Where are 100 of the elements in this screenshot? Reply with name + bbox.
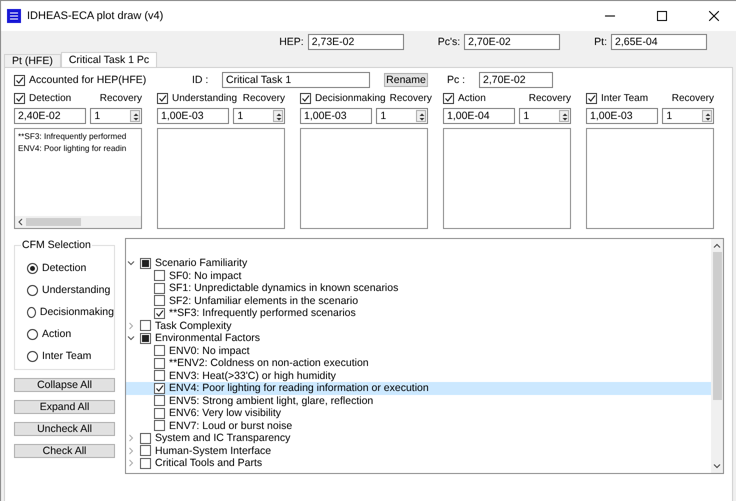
horizontal-scrollbar[interactable] xyxy=(15,216,141,228)
recovery-spinner[interactable]: 1 xyxy=(519,108,571,124)
field-label: Pc's: xyxy=(438,36,460,48)
recovery-label: Recovery xyxy=(242,92,285,104)
radio-button[interactable] xyxy=(27,306,36,318)
cfm-checkbox[interactable] xyxy=(586,92,597,104)
tree-checkbox[interactable] xyxy=(154,408,165,419)
tree-action-button[interactable]: Expand All xyxy=(14,400,115,414)
recovery-label: Recovery xyxy=(100,92,142,104)
value-field[interactable]: 2,70E-02 xyxy=(464,34,560,50)
tree-item[interactable]: Task Complexity xyxy=(155,320,232,332)
accounted-checkbox[interactable] xyxy=(14,74,25,86)
radio-label: Decisionmaking xyxy=(40,306,114,318)
scroll-up-icon[interactable] xyxy=(713,242,721,250)
tree-checkbox[interactable] xyxy=(154,370,165,382)
list-item[interactable]: **SF3: Infrequently performed xyxy=(18,131,126,143)
probability-field[interactable]: 1,00E-03 xyxy=(300,108,372,124)
cfm-checkbox[interactable] xyxy=(300,92,311,104)
rename-button[interactable]: Rename xyxy=(384,73,428,87)
probability-field[interactable]: 2,40E-02 xyxy=(14,108,86,124)
tree-item[interactable]: SF2: Unfamiliar elements in the scenario xyxy=(169,294,358,307)
list-item[interactable]: ENV4: Poor lighting for readin xyxy=(18,143,126,155)
checkbox-label: Detection xyxy=(29,92,72,104)
radio-button[interactable] xyxy=(27,350,38,362)
tree-item[interactable]: **SF3: Infrequently performed scenarios xyxy=(169,307,356,320)
value-field[interactable]: 2,73E-02 xyxy=(308,34,404,50)
tree-checkbox[interactable] xyxy=(154,420,165,432)
tree-checkbox[interactable] xyxy=(140,258,151,269)
tree-item[interactable]: ENV3: Heat(>33'C) or high humidity xyxy=(169,370,336,382)
tab[interactable]: Pt (HFE) xyxy=(4,54,61,67)
tree-item[interactable]: ENV7: Loud or burst noise xyxy=(169,420,292,432)
cfm-list[interactable]: **SF3: Infrequently performed ENV4: Poor lighting for readin xyxy=(14,128,142,229)
tree-checkbox[interactable] xyxy=(154,295,165,306)
tree-item[interactable]: Scenario Familiarity xyxy=(155,257,248,270)
checkbox-label: Decisionmaking xyxy=(315,92,386,104)
tree-item[interactable]: Environmental Factors xyxy=(155,332,260,344)
probability-field[interactable]: 1,00E-03 xyxy=(157,108,230,124)
vertical-scrollbar[interactable] xyxy=(711,239,723,473)
id-field[interactable]: Critical Task 1 xyxy=(222,72,370,88)
tree-item[interactable]: ENV0: No impact xyxy=(169,344,250,357)
cfm-list[interactable] xyxy=(443,128,571,229)
tree-checkbox[interactable] xyxy=(154,308,165,319)
tree-checkbox[interactable] xyxy=(154,395,165,406)
tree-item[interactable]: Critical Tools and Parts xyxy=(155,457,262,470)
value-field[interactable]: 2,65E-04 xyxy=(611,34,707,50)
cfm-checkbox[interactable] xyxy=(157,92,168,104)
tree-item[interactable]: System and IC Transparency xyxy=(155,432,290,444)
scroll-left-icon[interactable] xyxy=(17,218,23,226)
tree-checkbox[interactable] xyxy=(154,345,165,356)
cfm-checkbox[interactable] xyxy=(443,92,454,104)
cfm-checkbox[interactable] xyxy=(14,92,25,104)
checkbox-label: Accounted for HEP(HFE) xyxy=(29,74,146,86)
probability-field[interactable]: 1,00E-03 xyxy=(586,108,658,124)
tree-checkbox[interactable] xyxy=(140,432,151,444)
radio-label: Action xyxy=(42,328,72,340)
probability-field[interactable]: 1,00E-04 xyxy=(443,108,516,124)
tree-item[interactable]: ENV6: Very low visibility xyxy=(169,407,282,420)
collapse-chevron-icon[interactable] xyxy=(127,259,135,268)
scroll-down-icon[interactable] xyxy=(713,462,721,470)
cfm-list[interactable] xyxy=(157,128,285,229)
checkbox-label: Action xyxy=(458,92,486,104)
tree-checkbox[interactable] xyxy=(154,382,165,394)
cfm-list[interactable] xyxy=(586,128,714,229)
radio-button[interactable] xyxy=(27,262,38,274)
cfm-list[interactable] xyxy=(300,128,428,229)
tree-item[interactable]: ENV4: Poor lighting for reading information or execution xyxy=(169,382,429,394)
checkbox-label: Inter Team xyxy=(601,92,648,104)
tree-checkbox[interactable] xyxy=(154,270,165,282)
recovery-label: Recovery xyxy=(672,92,714,104)
tree-action-button[interactable]: Check All xyxy=(14,444,115,458)
field-label: Pt: xyxy=(594,36,607,48)
recovery-spinner[interactable]: 1 xyxy=(90,108,142,124)
collapse-chevron-icon[interactable] xyxy=(127,334,135,342)
tab[interactable]: Critical Task 1 Pc xyxy=(60,52,158,67)
recovery-spinner[interactable]: 1 xyxy=(376,108,428,124)
radio-button[interactable] xyxy=(27,284,38,296)
tree-action-button[interactable]: Uncheck All xyxy=(14,422,115,436)
tree-checkbox[interactable] xyxy=(140,332,151,344)
maximize-icon[interactable] xyxy=(657,11,667,21)
tree-checkbox[interactable] xyxy=(140,445,151,456)
radio-label: Inter Team xyxy=(42,350,92,362)
recovery-spinner[interactable]: 1 xyxy=(233,108,285,124)
tree-checkbox[interactable] xyxy=(154,358,165,369)
tree-checkbox[interactable] xyxy=(140,320,151,332)
factor-tree[interactable] xyxy=(125,238,724,474)
tree-checkbox[interactable] xyxy=(140,458,151,469)
tree-checkbox[interactable] xyxy=(154,282,165,294)
tree-item[interactable]: **ENV2: Coldness on non-action execution xyxy=(169,357,369,370)
tree-item[interactable]: SF1: Unpredictable dynamics in known scenarios xyxy=(169,282,398,294)
tree-item[interactable]: ENV5: Strong ambient light, glare, reflection xyxy=(169,394,374,407)
tree-action-button[interactable]: Collapse All xyxy=(14,378,115,392)
tree-item[interactable]: SF0: No impact xyxy=(169,270,242,282)
tree-item[interactable]: Human-System Interface xyxy=(155,444,272,457)
pc-label: Pc : xyxy=(447,74,466,86)
radio-button[interactable] xyxy=(27,328,38,340)
field-label: HEP: xyxy=(279,36,304,48)
recovery-label: Recovery xyxy=(390,92,432,104)
pc-field[interactable]: 2,70E-02 xyxy=(479,72,553,88)
close-icon[interactable] xyxy=(709,11,719,21)
recovery-spinner[interactable]: 1 xyxy=(662,108,714,124)
